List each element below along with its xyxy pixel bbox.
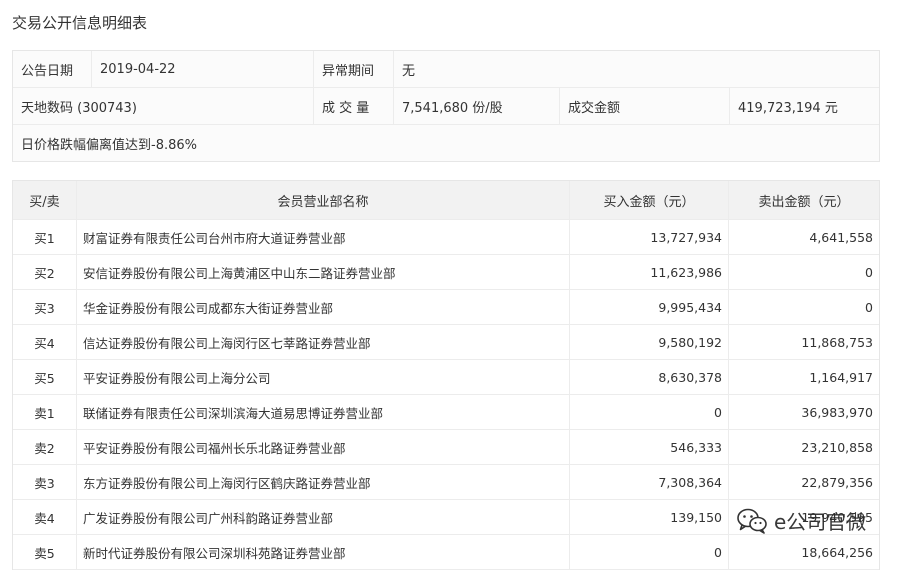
side-cell: 买5 xyxy=(34,370,55,386)
branch-cell: 华金证券股份有限公司成都东大街证券营业部 xyxy=(76,290,569,324)
reason-text: 日价格跌幅偏离值达到-8.86% xyxy=(21,137,197,153)
table-row: 卖3 东方证券股份有限公司上海闵行区鹤庆路证券营业部 7,308,364 22,… xyxy=(13,465,879,500)
table-row: 卖2 平安证券股份有限公司福州长乐北路证券营业部 546,333 23,210,… xyxy=(13,430,879,465)
page-title: 交易公开信息明细表 xyxy=(12,14,148,32)
table-row: 卖1 联储证券有限责任公司深圳滨海大道易思博证券营业部 0 36,983,970 xyxy=(13,395,879,430)
buy-amount-cell: 0 xyxy=(569,535,728,569)
side-cell: 卖2 xyxy=(34,440,55,456)
side-cell: 买4 xyxy=(34,335,55,351)
sell-amount-cell: 22,879,356 xyxy=(728,465,879,499)
table-row: 买1 财富证券有限责任公司台州市府大道证券营业部 13,727,934 4,64… xyxy=(13,220,879,255)
stock-name: 天地数码 (300743) xyxy=(21,100,137,116)
buy-amount-cell: 9,580,192 xyxy=(569,325,728,359)
buy-amount-cell: 8,630,378 xyxy=(569,360,728,394)
table-header: 买/卖 会员营业部名称 买入金额（元） 卖出金额（元） xyxy=(13,181,879,220)
table-row: 卖5 新时代证券股份有限公司深圳科苑路证券营业部 0 18,664,256 xyxy=(13,535,879,570)
volume-label: 成 交 量 xyxy=(313,88,393,124)
buy-amount-cell: 13,727,934 xyxy=(569,220,728,254)
table-row: 买2 安信证券股份有限公司上海黄浦区中山东二路证券营业部 11,623,986 … xyxy=(13,255,879,290)
side-cell: 卖5 xyxy=(34,545,55,561)
table-row: 买3 华金证券股份有限公司成都东大街证券营业部 9,995,434 0 xyxy=(13,290,879,325)
header-branch: 会员营业部名称 xyxy=(76,181,569,219)
date-label: 公告日期 xyxy=(21,63,74,79)
watermark-text: e公司官微 xyxy=(774,510,867,534)
watermark: e公司官微 xyxy=(736,506,866,535)
header-sell-amount: 卖出金额（元） xyxy=(728,181,879,219)
volume-value: 7,541,680 份/股 xyxy=(393,88,559,124)
branch-cell: 广发证券股份有限公司广州科韵路证券营业部 xyxy=(76,500,569,534)
abnormal-period-value: 无 xyxy=(393,51,879,87)
side-cell: 买2 xyxy=(34,265,55,281)
amount-label: 成交金额 xyxy=(559,88,729,124)
side-cell: 卖1 xyxy=(34,405,55,421)
info-row-date: 公告日期 2019-04-22 异常期间 无 xyxy=(13,51,879,87)
header-side: 买/卖 xyxy=(29,194,60,210)
info-panel: 公告日期 2019-04-22 异常期间 无 天地数码 (300743) 成 交… xyxy=(12,50,880,162)
branch-cell: 平安证券股份有限公司福州长乐北路证券营业部 xyxy=(76,430,569,464)
buy-amount-cell: 9,995,434 xyxy=(569,290,728,324)
buy-amount-cell: 11,623,986 xyxy=(569,255,728,289)
sell-amount-cell: 1,164,917 xyxy=(728,360,879,394)
sell-amount-cell: 36,983,970 xyxy=(728,395,879,429)
table-row: 买4 信达证券股份有限公司上海闵行区七莘路证券营业部 9,580,192 11,… xyxy=(13,325,879,360)
table-row: 买5 平安证券股份有限公司上海分公司 8,630,378 1,164,917 xyxy=(13,360,879,395)
branch-cell: 平安证券股份有限公司上海分公司 xyxy=(76,360,569,394)
info-row-stock: 天地数码 (300743) 成 交 量 7,541,680 份/股 成交金额 4… xyxy=(13,87,879,124)
date-value: 2019-04-22 xyxy=(91,51,313,87)
sell-amount-cell: 0 xyxy=(728,290,879,324)
branch-cell: 财富证券有限责任公司台州市府大道证券营业部 xyxy=(76,220,569,254)
sell-amount-cell: 4,641,558 xyxy=(728,220,879,254)
branch-cell: 新时代证券股份有限公司深圳科苑路证券营业部 xyxy=(76,535,569,569)
side-cell: 买3 xyxy=(34,300,55,316)
sell-amount-cell: 18,664,256 xyxy=(728,535,879,569)
sell-amount-cell: 11,868,753 xyxy=(728,325,879,359)
sell-amount-cell: 23,210,858 xyxy=(728,430,879,464)
amount-value: 419,723,194 元 xyxy=(729,88,879,124)
branch-cell: 联储证券有限责任公司深圳滨海大道易思博证券营业部 xyxy=(76,395,569,429)
side-cell: 卖3 xyxy=(34,475,55,491)
header-buy-amount: 买入金额（元） xyxy=(569,181,728,219)
branch-cell: 东方证券股份有限公司上海闵行区鹤庆路证券营业部 xyxy=(76,465,569,499)
branch-cell: 安信证券股份有限公司上海黄浦区中山东二路证券营业部 xyxy=(76,255,569,289)
abnormal-period-label: 异常期间 xyxy=(313,51,393,87)
info-row-reason: 日价格跌幅偏离值达到-8.86% xyxy=(13,124,879,161)
buy-amount-cell: 7,308,364 xyxy=(569,465,728,499)
branch-cell: 信达证券股份有限公司上海闵行区七莘路证券营业部 xyxy=(76,325,569,359)
buy-amount-cell: 139,150 xyxy=(569,500,728,534)
wechat-icon xyxy=(736,507,768,535)
side-cell: 买1 xyxy=(34,230,55,246)
buy-amount-cell: 0 xyxy=(569,395,728,429)
side-cell: 卖4 xyxy=(34,510,55,526)
buy-amount-cell: 546,333 xyxy=(569,430,728,464)
sell-amount-cell: 0 xyxy=(728,255,879,289)
